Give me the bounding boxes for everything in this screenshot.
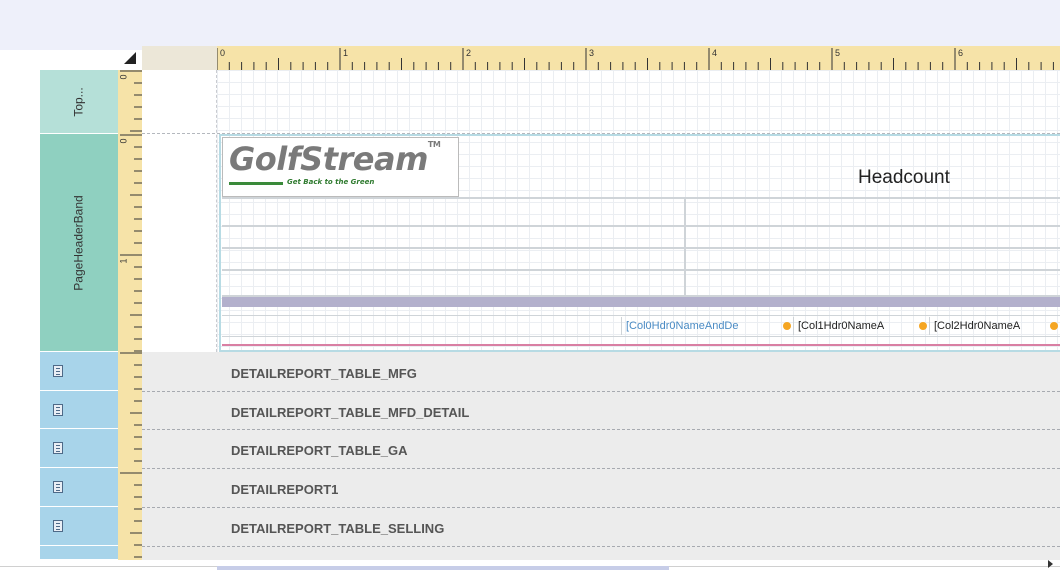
left-margin-gutter <box>142 70 217 352</box>
band-separator <box>142 507 1060 508</box>
detail-report-icon <box>53 365 63 377</box>
logo-tagline: Get Back to the Green <box>287 178 375 186</box>
table-line <box>222 269 1060 271</box>
band-tab-detail-report-3[interactable] <box>40 429 118 468</box>
band-separator <box>142 391 1060 392</box>
detail-report-label[interactable]: DETAILREPORT_TABLE_GA <box>231 443 407 458</box>
ruler-label: 4 <box>712 48 717 58</box>
header-underline <box>222 344 1060 346</box>
ruler-gutter <box>142 46 217 70</box>
expression-icon <box>919 322 927 330</box>
report-title[interactable]: Headcount <box>858 167 950 189</box>
band-label-page-header: PageHeaderBand <box>72 194 87 291</box>
table-line <box>222 247 1060 249</box>
band-label-top-margin: Top... <box>71 86 86 117</box>
table-line <box>222 197 1060 199</box>
band-separator <box>142 429 1060 430</box>
band-tab-detail-report-2[interactable] <box>40 391 118 429</box>
detail-report-icon <box>53 442 63 454</box>
logo-trademark: TM <box>427 140 441 149</box>
band-tab-detail-report-4[interactable] <box>40 468 118 507</box>
top-strip <box>0 0 1060 50</box>
logo-underline <box>229 182 283 185</box>
ruler-label: 1 <box>343 48 348 58</box>
band-tab-detail-report-1[interactable] <box>40 352 118 391</box>
header-divider-bar <box>222 297 1060 307</box>
horizontal-ruler[interactable]: 0 1 2 3 4 5 6 <box>142 46 1060 71</box>
scrollbar-thumb[interactable] <box>217 566 669 570</box>
detail-report-label[interactable]: DETAILREPORT_TABLE_SELLING <box>231 521 444 536</box>
vertical-ruler[interactable]: 0 0 1 <box>118 70 143 560</box>
band-tab-detail-report-5[interactable] <box>40 507 118 546</box>
ruler-label: 3 <box>589 48 594 58</box>
ruler-label: 2 <box>466 48 471 58</box>
detail-report-label[interactable]: DETAILREPORT_TABLE_MFG <box>231 366 417 381</box>
company-logo[interactable]: GolfStreamTM Get Back to the Green <box>222 137 459 197</box>
column-header-cell[interactable]: [Col1Hdr0NameA <box>793 317 929 335</box>
vruler-label-ph-1: 1 <box>118 258 129 264</box>
vruler-label-ph-0: 0 <box>118 138 129 144</box>
ruler-corner[interactable] <box>118 46 142 70</box>
ruler-label: 0 <box>220 48 225 58</box>
band-tab-page-header[interactable]: PageHeaderBand <box>40 134 118 352</box>
left-blank <box>0 50 40 560</box>
detail-report-icon <box>53 520 63 532</box>
detail-report-label[interactable]: DETAILREPORT1 <box>231 482 338 497</box>
ruler-label: 6 <box>958 48 963 58</box>
band-tab-top-margin[interactable]: Top... <box>40 70 118 134</box>
band-tab-detail-report-6[interactable] <box>40 546 118 560</box>
column-header-cell[interactable]: [Col2Hdr0NameA <box>929 317 1060 335</box>
horizontal-ruler-ticks: 0 1 2 3 4 5 6 <box>216 48 1054 70</box>
band-separator <box>142 468 1060 469</box>
expression-icon <box>1050 322 1058 330</box>
table-column-divider <box>684 197 686 297</box>
detail-report-icon <box>53 404 63 416</box>
ruler-label: 5 <box>835 48 840 58</box>
logo-text: GolfStreamTM <box>229 140 441 178</box>
scroll-right-arrow-icon[interactable] <box>1048 560 1053 568</box>
vruler-label-top: 0 <box>118 74 129 80</box>
band-separator <box>142 546 1060 547</box>
column-header-cell[interactable]: [Col0Hdr0NameAndDe <box>621 317 793 335</box>
table-line <box>222 225 1060 227</box>
detail-report-label[interactable]: DETAILREPORT_TABLE_MFD_DETAIL <box>231 405 469 420</box>
expression-icon <box>783 322 791 330</box>
detail-report-icon <box>53 481 63 493</box>
